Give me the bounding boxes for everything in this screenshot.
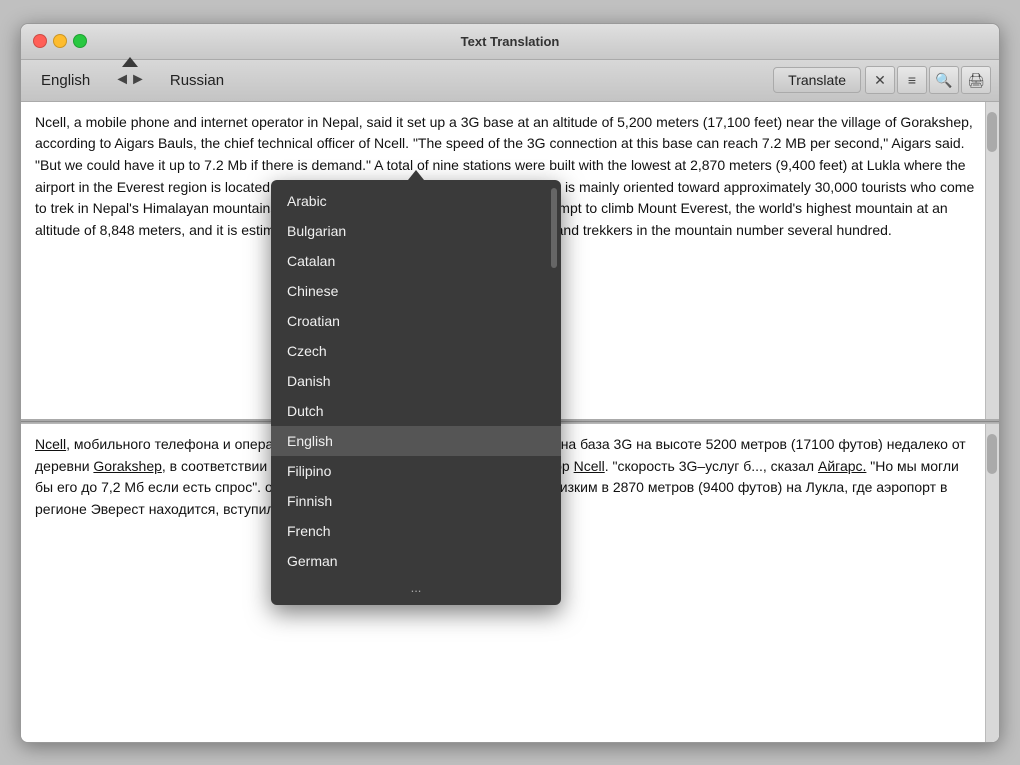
dropdown-item[interactable]: Czech: [271, 336, 561, 366]
swap-icon: ◄►: [114, 71, 146, 88]
minimize-button[interactable]: [53, 34, 67, 48]
window-title: Text Translation: [461, 34, 560, 49]
dropdown-item[interactable]: German: [271, 546, 561, 576]
target-scrollbar[interactable]: [985, 424, 999, 742]
dropdown-item[interactable]: Catalan: [271, 246, 561, 276]
ncell-link2[interactable]: Ncell: [574, 458, 605, 474]
source-scrollbar[interactable]: [985, 102, 999, 420]
maximize-button[interactable]: [73, 34, 87, 48]
search-icon-button[interactable]: 🔍: [929, 66, 959, 94]
translate-button[interactable]: Translate: [773, 67, 861, 93]
close-button[interactable]: [33, 34, 47, 48]
dropdown-more: ...: [271, 576, 561, 599]
dropdown-item[interactable]: English: [271, 426, 561, 456]
dropdown-item[interactable]: Chinese: [271, 276, 561, 306]
search-icon: 🔍: [935, 72, 952, 89]
dropdown-item[interactable]: Danish: [271, 366, 561, 396]
print-icon: 🖨: [967, 72, 985, 89]
dropdown-scrollbar[interactable]: [551, 188, 557, 268]
dropdown-item[interactable]: Filipino: [271, 456, 561, 486]
dropdown-item[interactable]: Croatian: [271, 306, 561, 336]
dropdown-item[interactable]: Bulgarian: [271, 216, 561, 246]
swap-languages-button[interactable]: ◄►: [106, 67, 154, 93]
menu-icon-button[interactable]: ≡: [897, 66, 927, 94]
language-dropdown[interactable]: ArabicBulgarianCatalanChineseCroatianCze…: [271, 180, 561, 605]
close-icon-button[interactable]: ✕: [865, 66, 895, 94]
content-area: Ncell, a mobile phone and internet opera…: [21, 102, 999, 742]
target-language-button[interactable]: Russian: [158, 68, 236, 93]
menu-icon: ≡: [908, 72, 916, 88]
print-icon-button[interactable]: 🖨: [961, 66, 991, 94]
toolbar: English ◄► Russian Translate ✕ ≡ 🔍 🖨: [21, 60, 999, 102]
dropdown-item[interactable]: Dutch: [271, 396, 561, 426]
window-controls: [21, 34, 87, 48]
source-scrollbar-thumb[interactable]: [987, 112, 997, 152]
dropdown-item[interactable]: Arabic: [271, 186, 561, 216]
aigars-link[interactable]: Айгарс.: [818, 458, 866, 474]
ncell-link[interactable]: Ncell: [35, 436, 66, 452]
target-scrollbar-thumb[interactable]: [987, 434, 997, 474]
toolbar-icon-group: ✕ ≡ 🔍 🖨: [865, 66, 991, 94]
gorakshep-link[interactable]: Gorakshep: [93, 458, 161, 474]
dropdown-item[interactable]: French: [271, 516, 561, 546]
titlebar: Text Translation: [21, 24, 999, 60]
main-window: Text Translation English ◄► Russian Tran…: [20, 23, 1000, 743]
dropdown-items-container: ArabicBulgarianCatalanChineseCroatianCze…: [271, 186, 561, 576]
dropdown-item[interactable]: Finnish: [271, 486, 561, 516]
close-icon: ✕: [874, 72, 886, 89]
source-language-button[interactable]: English: [29, 68, 102, 93]
